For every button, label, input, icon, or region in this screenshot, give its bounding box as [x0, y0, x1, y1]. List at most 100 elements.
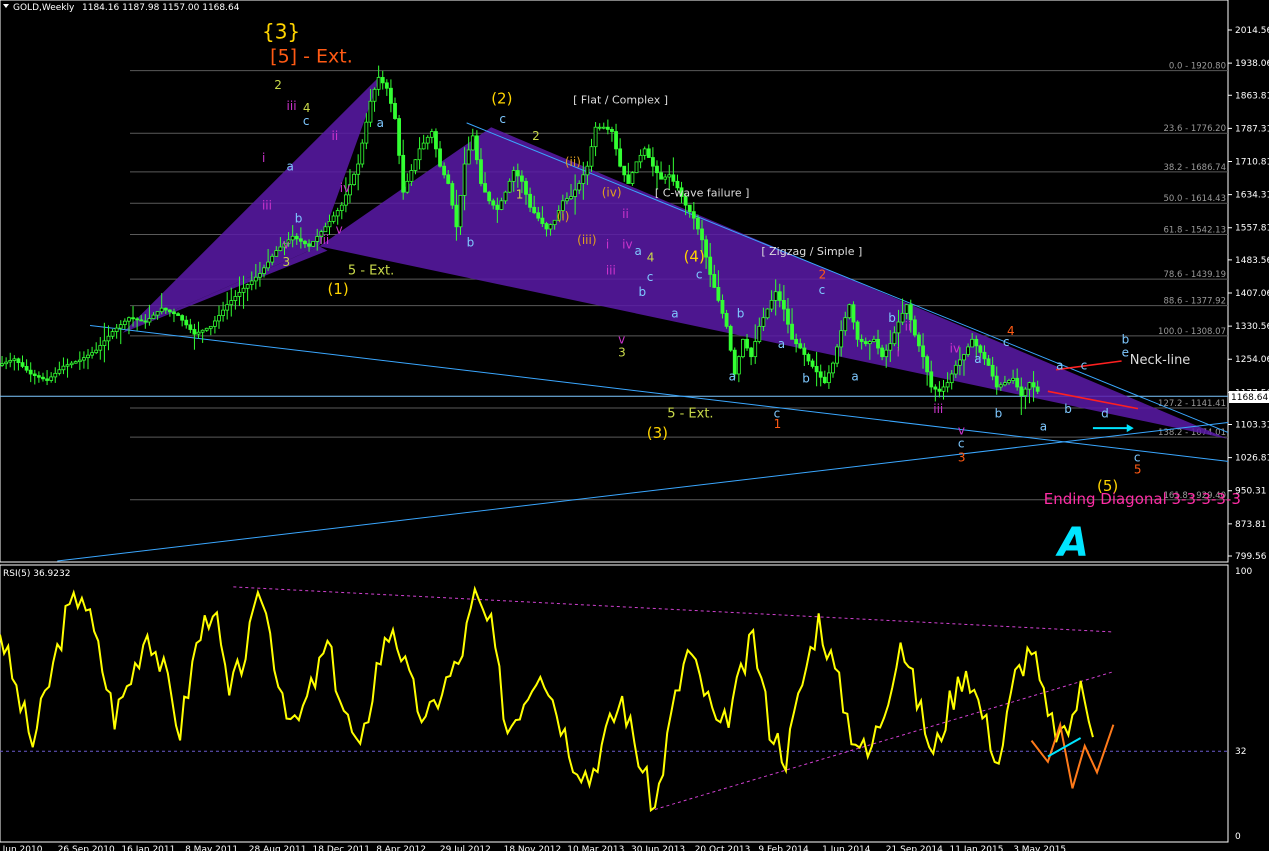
wave-label: [5] - Ext.	[270, 45, 353, 67]
candle-body	[196, 331, 201, 335]
candle-body	[520, 175, 524, 182]
candle-body	[1019, 386, 1024, 397]
candle-body	[536, 212, 541, 219]
candle-body	[777, 291, 782, 301]
candle-body	[569, 196, 573, 200]
candle-body	[929, 371, 934, 388]
rsi-axis: 100 32 0	[1235, 567, 1252, 842]
wave-label: 5 - Ext.	[667, 406, 713, 421]
candle-body	[724, 312, 729, 327]
candle-body	[659, 172, 663, 180]
candle-body	[1011, 377, 1015, 381]
candle-body	[982, 351, 987, 360]
candle-body	[937, 388, 942, 392]
candle-body	[102, 340, 107, 346]
candle-body	[466, 149, 471, 165]
candle-body	[98, 345, 103, 351]
time-tick-label: 26 Sep 2010	[58, 845, 115, 851]
candle-body	[810, 360, 815, 367]
fib-level-label: 78.6 - 1439.19	[1163, 270, 1226, 280]
price-tick-label: 1483.56	[1235, 256, 1269, 266]
candle-body	[581, 174, 586, 184]
candle-body	[0, 363, 4, 366]
wave-label: b	[1122, 333, 1130, 347]
candle-body	[741, 338, 745, 358]
candle-body	[753, 341, 758, 358]
candle-body	[884, 349, 889, 358]
time-tick-label: 18 Nov 2012	[504, 845, 562, 851]
candle-body	[941, 386, 946, 392]
candle-body	[671, 174, 676, 182]
wave-label: 2	[532, 129, 540, 143]
wave-label: Neck-line	[1130, 353, 1191, 368]
candle-body	[1015, 377, 1020, 388]
candle-body	[761, 317, 766, 327]
candle-body	[12, 358, 17, 361]
candle-body	[1031, 382, 1036, 388]
wave-label: iii	[287, 99, 297, 113]
candle-body	[409, 170, 414, 182]
wave-label: a	[1040, 419, 1047, 433]
candle-body	[69, 362, 74, 366]
wave-label: i	[896, 346, 899, 360]
candle-body	[614, 131, 618, 150]
candle-body	[16, 358, 21, 364]
wave-label: c	[696, 268, 703, 282]
candle-body	[389, 87, 393, 104]
wave-label: iii	[262, 198, 272, 212]
candle-body	[663, 176, 668, 180]
candle-body	[323, 226, 328, 233]
wave-label: a	[1056, 359, 1063, 373]
candle-body	[135, 318, 140, 321]
candle-body	[499, 200, 504, 210]
wave-label: b	[295, 211, 303, 225]
wave-label: i	[606, 237, 609, 251]
candle-body	[610, 128, 614, 132]
price-tick-label: 1634.31	[1235, 191, 1269, 201]
wave-label: v	[336, 222, 343, 236]
wave-label: a	[729, 369, 736, 383]
candle-body	[696, 217, 700, 230]
wave-label: b	[802, 372, 810, 386]
candle-body	[687, 204, 692, 213]
candle-body	[405, 180, 410, 193]
candle-body	[532, 206, 537, 214]
candle-body	[638, 154, 643, 163]
candle-body	[949, 373, 954, 384]
wave-label: v	[618, 333, 625, 347]
candle-body	[479, 159, 483, 184]
time-tick-label: 30 Jun 2013	[631, 845, 685, 851]
wave-label: b	[995, 406, 1003, 420]
candle-body	[450, 183, 455, 206]
candle-body	[462, 163, 467, 196]
candle-body	[45, 378, 49, 381]
candle-body	[585, 165, 590, 176]
rsi-title: RSI(5) 36.9232	[3, 569, 70, 579]
fib-level-label: 61.8 - 1542.13	[1163, 226, 1226, 236]
wave-label: ii	[905, 320, 912, 334]
candle-body	[380, 77, 385, 84]
candle-body	[540, 217, 545, 224]
candle-body	[888, 343, 893, 351]
logo-mark: A	[1055, 520, 1089, 566]
candle-body	[176, 313, 180, 316]
candle-body	[208, 325, 213, 329]
candle-body	[127, 317, 131, 322]
candle-body	[945, 382, 950, 388]
time-tick-label: 18 Dec 2011	[313, 845, 371, 851]
candle-body	[573, 189, 578, 197]
candle-body	[667, 174, 672, 178]
candle-body	[143, 320, 148, 323]
candle-body	[290, 235, 295, 241]
candle-body	[831, 362, 835, 374]
price-tick-label: 1557.81	[1235, 224, 1269, 234]
candle-body	[225, 304, 230, 311]
candle-body	[172, 311, 176, 315]
wave-label: 2	[274, 78, 282, 92]
rsi-tick-label: 100	[1235, 567, 1252, 577]
candle-body	[429, 131, 434, 138]
candle-body	[827, 372, 831, 384]
candle-body	[151, 314, 156, 319]
candle-body	[303, 240, 307, 245]
candle-body	[925, 356, 930, 373]
